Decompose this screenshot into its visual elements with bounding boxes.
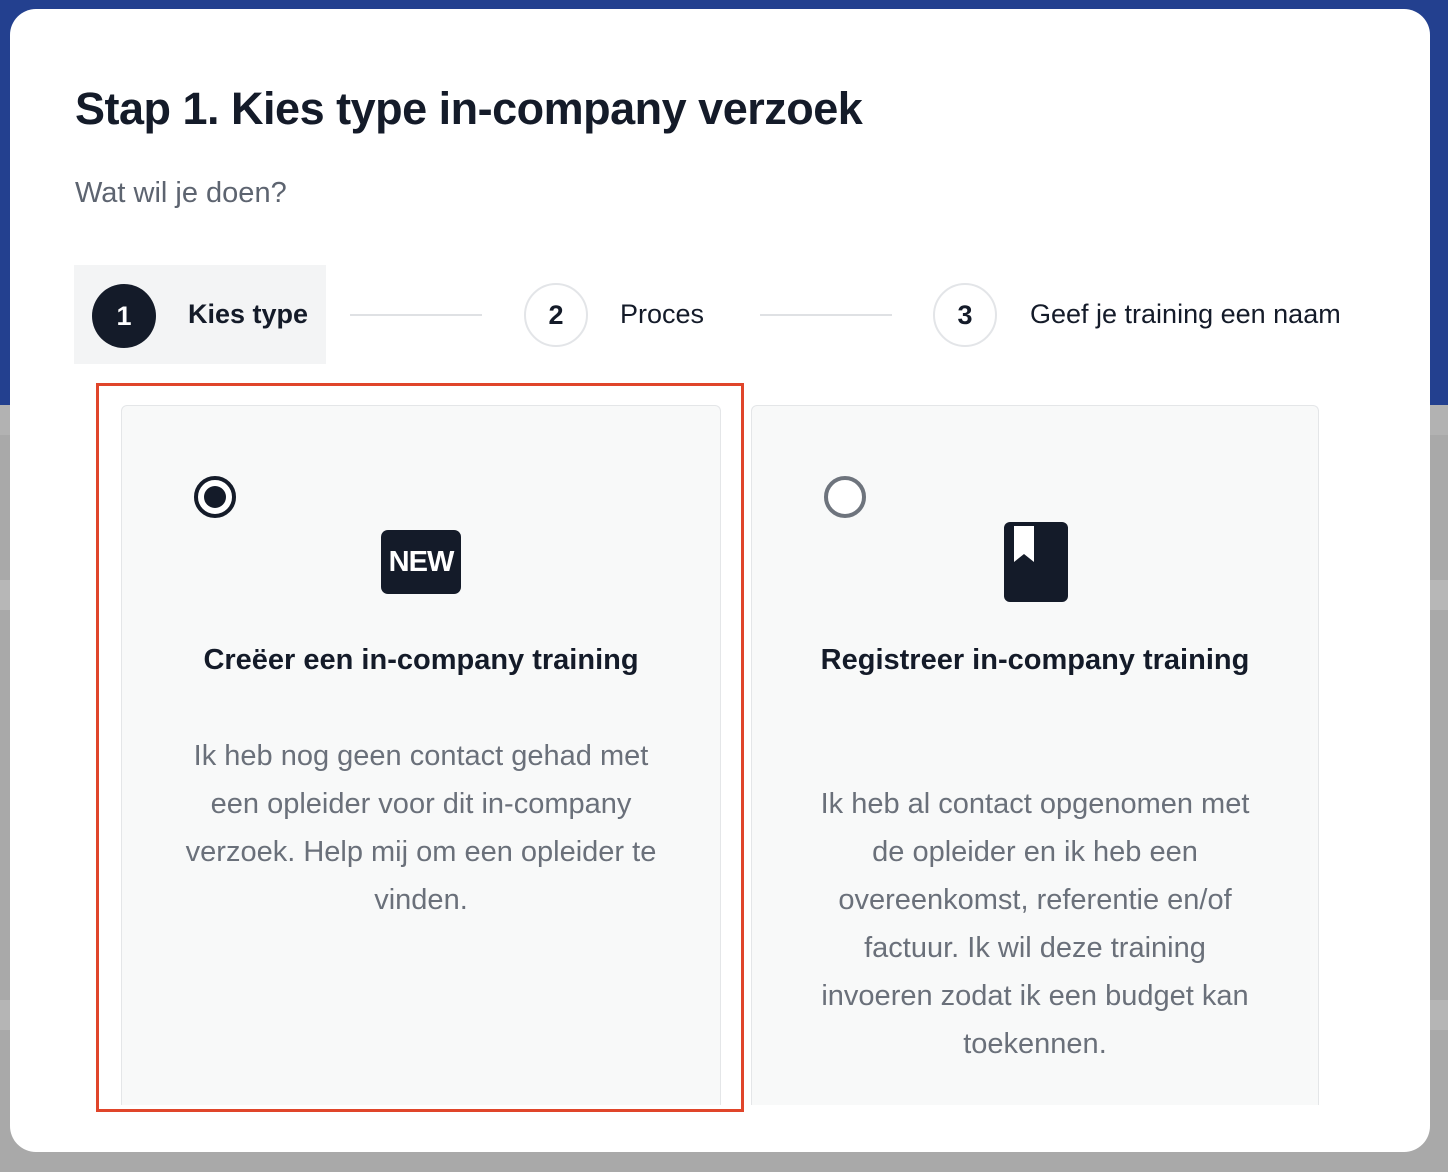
step-3-number: 3 bbox=[933, 283, 997, 347]
step-2-number: 2 bbox=[524, 283, 588, 347]
step-1-number: 1 bbox=[92, 284, 156, 348]
option-description: Ik heb nog geen contact gehad met een op… bbox=[185, 740, 657, 916]
radio-create-training-selected[interactable] bbox=[194, 476, 236, 518]
option-card-register-training[interactable]: Registreer in-company training Ik heb al… bbox=[751, 405, 1319, 1105]
step-connector bbox=[760, 314, 892, 316]
step-2-label: Proces bbox=[620, 299, 705, 329]
radio-dot bbox=[204, 486, 226, 508]
option-card-create-training[interactable]: NEW Creëer een in-company training Ik he… bbox=[121, 405, 721, 1105]
option-description: Ik heb al contact opgenomen met de oplei… bbox=[820, 788, 1250, 1060]
option-title: Registreer in-company training bbox=[820, 644, 1250, 676]
step-connector bbox=[350, 314, 482, 316]
bookmark-book-icon bbox=[1004, 522, 1068, 602]
request-type-modal: Stap 1. Kies type in-company verzoek Wat… bbox=[10, 9, 1430, 1152]
step-3-label: Geef je training een naam bbox=[1030, 299, 1341, 329]
new-badge-icon: NEW bbox=[381, 530, 461, 594]
modal-subtitle: Wat wil je doen? bbox=[75, 177, 287, 209]
option-title: Creëer een in-company training bbox=[203, 644, 639, 676]
modal-title: Stap 1. Kies type in-company verzoek bbox=[75, 83, 863, 134]
step-1-label: Kies type bbox=[188, 299, 309, 329]
radio-register-training[interactable] bbox=[824, 476, 866, 518]
